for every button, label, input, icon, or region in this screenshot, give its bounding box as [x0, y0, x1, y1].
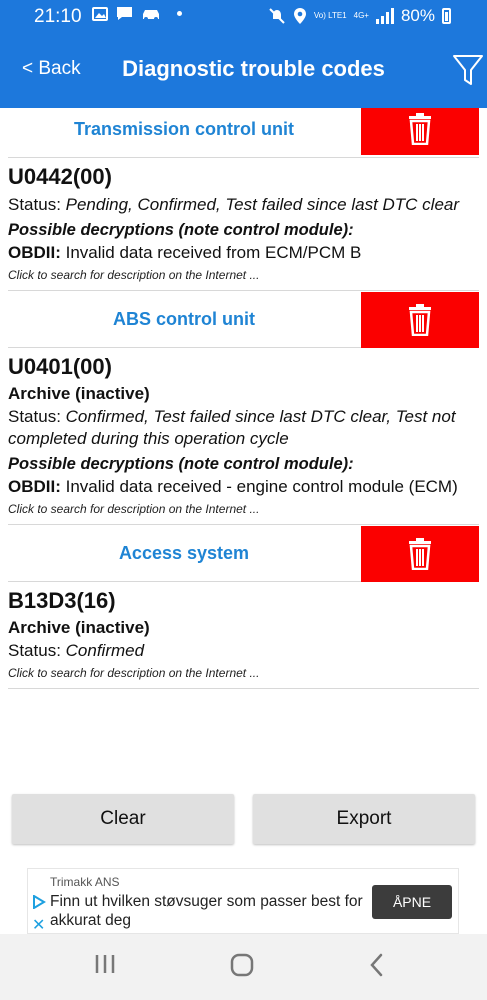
battery-icon — [442, 8, 451, 24]
dot-icon — [177, 11, 182, 16]
unit-header: Transmission control unit — [8, 108, 479, 158]
dtc-status: Status: Confirmed — [8, 641, 145, 660]
mute-icon — [269, 8, 285, 24]
system-nav-bar — [0, 934, 487, 1000]
delete-button[interactable] — [361, 292, 479, 348]
unit-header: ABS control unit — [8, 290, 479, 348]
unit-section: Transmission control unit U0442(00) Stat… — [0, 108, 487, 290]
filter-button[interactable] — [451, 52, 485, 90]
ad-info-icon[interactable] — [32, 895, 46, 909]
dtc-code: U0401(00) — [8, 354, 112, 379]
dtc-status: Status: Pending, Confirmed, Test failed … — [8, 195, 460, 214]
dtc-status: Status: Confirmed, Test failed since las… — [8, 407, 456, 448]
dtc-archive-state: Archive (inactive) — [8, 618, 150, 637]
dtc-archive-state: Archive (inactive) — [8, 384, 150, 403]
network-tech: 4G+ — [353, 11, 369, 20]
trash-icon — [409, 538, 431, 570]
possible-decryptions-label: Possible decryptions (note control modul… — [8, 455, 354, 473]
dtc-entry[interactable]: U0442(00) Status: Pending, Confirmed, Te… — [0, 158, 487, 290]
unit-name-link[interactable]: ABS control unit — [8, 309, 360, 330]
filter-icon — [453, 55, 483, 85]
trash-icon — [409, 304, 431, 336]
message-icon — [117, 7, 132, 20]
unit-name-link[interactable]: Transmission control unit — [8, 119, 360, 140]
unit-header: Access system — [8, 524, 479, 582]
status-bar: 21:10 Vo) LTE1 4G+ 80% — [0, 0, 487, 34]
search-internet-link[interactable]: Click to search for description on the I… — [8, 268, 479, 282]
home-icon — [230, 953, 254, 977]
location-icon — [293, 8, 306, 24]
clear-button[interactable]: Clear — [12, 794, 234, 844]
recent-apps-icon — [95, 955, 115, 973]
back-arrow-icon — [370, 953, 383, 977]
unit-section: ABS control unit U0401(00) Archive (inac… — [0, 290, 487, 524]
action-buttons: Clear Export — [0, 794, 487, 846]
ad-sponsor: Trimakk ANS — [50, 875, 120, 889]
ad-banner[interactable]: Trimakk ANS ✕ Finn ut hvilken støvsuger … — [27, 868, 459, 934]
car-icon — [143, 9, 159, 21]
trash-icon — [409, 113, 431, 145]
possible-decryptions-label: Possible decryptions (note control modul… — [8, 221, 354, 239]
back-nav-button[interactable] — [368, 952, 386, 983]
unit-name-link[interactable]: Access system — [8, 543, 360, 564]
page-title: Diagnostic trouble codes — [122, 56, 385, 81]
recent-apps-button[interactable] — [94, 952, 116, 981]
ad-open-button[interactable]: ÅPNE — [372, 885, 452, 919]
battery-percent: 80% — [400, 6, 435, 25]
app-bar: < Back Diagnostic trouble codes — [0, 34, 487, 108]
dtc-list[interactable]: Transmission control unit U0442(00) Stat… — [0, 108, 487, 772]
unit-section: Access system B13D3(16) Archive (inactiv… — [0, 524, 487, 689]
ad-text[interactable]: Finn ut hvilken støvsuger som passer bes… — [50, 892, 370, 930]
delete-button[interactable] — [361, 526, 479, 582]
status-time: 21:10 — [34, 6, 82, 27]
delete-button[interactable] — [361, 108, 479, 155]
obd-description: OBDII: Invalid data received - engine co… — [8, 477, 458, 496]
dtc-code: B13D3(16) — [8, 588, 116, 613]
ad-close-icon[interactable]: ✕ — [32, 915, 45, 935]
search-internet-link[interactable]: Click to search for description on the I… — [8, 666, 479, 680]
dtc-entry[interactable]: U0401(00) Archive (inactive) Status: Con… — [0, 348, 487, 524]
dtc-entry[interactable]: B13D3(16) Archive (inactive) Status: Con… — [8, 582, 479, 689]
export-button[interactable]: Export — [253, 794, 475, 844]
obd-description: OBDII: Invalid data received from ECM/PC… — [8, 243, 362, 262]
network-label: Vo) LTE1 — [313, 11, 347, 20]
search-internet-link[interactable]: Click to search for description on the I… — [8, 502, 479, 516]
gallery-icon — [92, 6, 108, 21]
signal-icon — [375, 8, 394, 24]
dtc-code: U0442(00) — [8, 164, 112, 189]
home-button[interactable] — [229, 952, 255, 983]
